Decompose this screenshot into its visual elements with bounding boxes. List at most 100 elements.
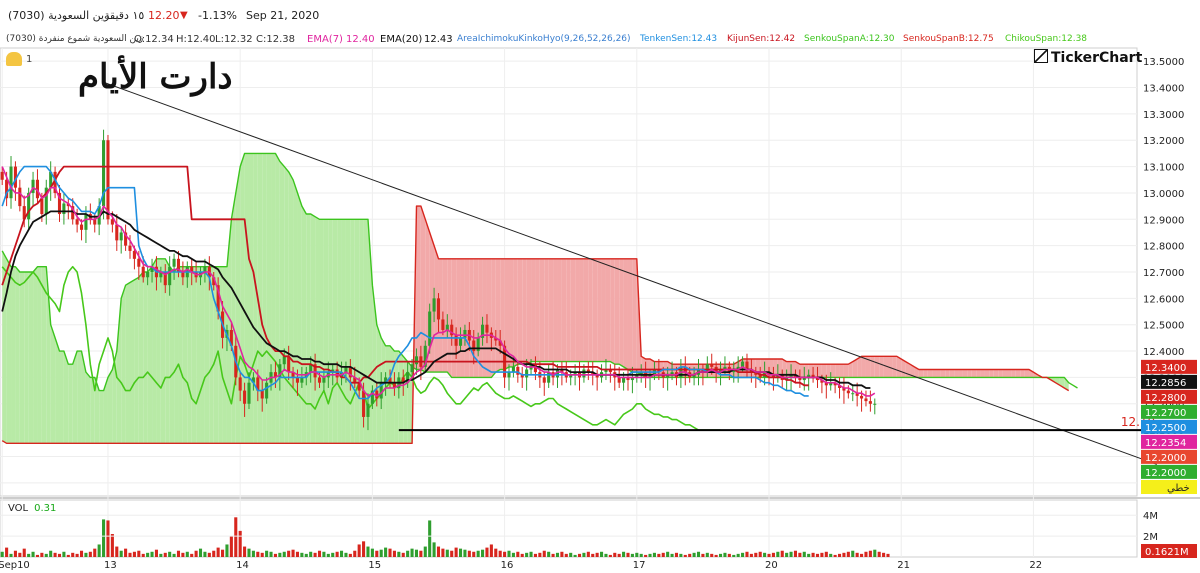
volume-bar [705, 552, 709, 557]
volume-bar [410, 548, 414, 557]
volume-bar [198, 548, 203, 557]
volume-bar [31, 551, 35, 557]
volume-bar [291, 549, 295, 557]
volume-bar [93, 548, 97, 557]
candle-body [485, 324, 489, 333]
ichimoku-cloud-segment [1020, 369, 1025, 378]
candle-body [243, 390, 247, 404]
volume-bar [877, 551, 881, 557]
tickerchart-logo-icon [1034, 49, 1048, 63]
ichimoku-cloud-segment [1002, 369, 1007, 378]
ichimoku-cloud-segment [544, 258, 549, 362]
ichimoku-cloud-segment [297, 192, 302, 444]
ichimoku-cloud-segment [235, 166, 241, 444]
volume-bar [771, 552, 775, 557]
ichimoku-cloud-segment [623, 258, 628, 370]
volume-bar [168, 551, 172, 557]
volume-bar [375, 550, 379, 557]
volume-bar [833, 554, 837, 557]
volume-bar [476, 550, 480, 557]
ichimoku-cloud-segment [28, 272, 34, 444]
volume-bar [79, 550, 84, 557]
ichimoku-cloud-segment [77, 351, 82, 444]
volume-bar [313, 552, 317, 557]
ichimoku-cloud-segment [191, 266, 197, 444]
volume-bar [229, 536, 233, 557]
volume-bar [401, 552, 405, 557]
y-tick-label: 12.8000 [1143, 242, 1184, 253]
candle-body [441, 319, 445, 330]
candle-body [317, 377, 322, 383]
volume-bar [181, 552, 185, 557]
candle-body [265, 382, 269, 399]
candle-body [463, 329, 467, 338]
volume-bar [542, 550, 546, 557]
volume-bar [873, 549, 877, 557]
ichimoku-cloud-segment [826, 364, 831, 378]
ichimoku-cloud-segment [967, 369, 972, 378]
volume-bar [639, 553, 643, 557]
volume-bar [172, 553, 176, 557]
ichimoku-cloud-segment [614, 258, 620, 365]
y-tick-label: 12.9000 [1143, 215, 1184, 226]
x-tick-label: Sep10 [0, 560, 30, 571]
volume-bar [225, 544, 229, 557]
candle-body [62, 203, 66, 215]
volume-bar [736, 553, 740, 557]
volume-bar [335, 551, 339, 557]
volume-bar [436, 546, 441, 557]
volume-bar [829, 553, 833, 557]
x-tick-label: 21 [897, 560, 910, 571]
candle-body [617, 377, 621, 383]
candle-body [119, 232, 123, 241]
volume-bar [110, 534, 114, 557]
volume-bar [146, 552, 150, 557]
ichimoku-cloud-segment [566, 258, 571, 362]
ichimoku-cloud-segment [927, 369, 933, 378]
volume-bar [119, 550, 123, 557]
volume-bar [344, 552, 348, 557]
volume-bar [732, 554, 736, 557]
volume-bar [745, 551, 749, 557]
candle-body [18, 187, 22, 207]
volume-bar [802, 551, 806, 557]
price-axis-badge-label: 12.2856 [1145, 378, 1186, 389]
volume-bar [423, 546, 427, 557]
volume-bar [661, 552, 665, 557]
volume-bar [630, 553, 634, 557]
ichimoku-cloud-segment [37, 266, 42, 444]
volume-bar [763, 552, 767, 557]
volume-bar [5, 547, 9, 557]
bell-icon[interactable] [6, 52, 22, 66]
y-tick-label: 13.3000 [1143, 110, 1184, 121]
ichimoku-cloud-segment [1006, 369, 1012, 378]
candle-body [507, 372, 511, 378]
volume-bar [467, 550, 471, 557]
ichimoku-cloud-segment [870, 356, 875, 378]
volume-bar [569, 552, 573, 557]
volume-bar [489, 544, 493, 557]
volume-bar [837, 553, 842, 557]
volume-bar [582, 552, 586, 557]
volume-bar [97, 544, 101, 557]
ichimoku-cloud-segment [984, 369, 990, 378]
volume-bar [273, 553, 277, 557]
volume-bar [339, 550, 344, 557]
volume-bar [577, 553, 582, 557]
volume-tick-label: 4M [1143, 511, 1158, 522]
ichimoku-cloud-segment [350, 219, 355, 444]
candle-body [106, 140, 110, 220]
volume-bar [604, 553, 608, 557]
volume-bar [141, 553, 145, 557]
volume-bar [260, 552, 264, 557]
volume-bar [13, 550, 17, 557]
ichimoku-cloud-segment [817, 364, 822, 378]
y-tick-label: 13.2000 [1143, 136, 1184, 147]
volume-bar [419, 550, 423, 557]
ichimoku-cloud-segment [619, 258, 624, 367]
x-tick-label: 16 [501, 560, 514, 571]
volume-tick-label: 2M [1143, 532, 1158, 543]
ichimoku-cloud-segment [451, 258, 457, 378]
chart-type-badge-label: خطي [1167, 483, 1190, 494]
volume-bar [670, 553, 674, 557]
